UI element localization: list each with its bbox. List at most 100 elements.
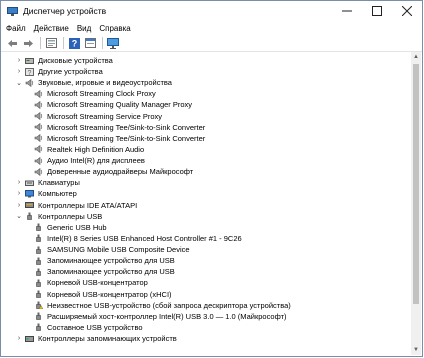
help-button[interactable]: ? [67, 36, 81, 50]
maximize-button[interactable] [362, 1, 392, 21]
tree-item-label: Доверенные аудиодрайверы Майкрософт [47, 167, 194, 177]
tree-item-label: Контроллеры IDE ATA/ATAPI [38, 200, 138, 210]
speaker-icon [34, 145, 43, 154]
tree-item-label: Аудио Intel(R) для дисплеев [47, 156, 145, 166]
tree-category[interactable]: ›? Другие устройства [15, 66, 103, 77]
scan-hardware-button[interactable] [106, 36, 120, 50]
usb-icon [34, 268, 43, 276]
window-title: Диспетчер устройств [23, 6, 107, 16]
menu-action[interactable]: Действие [34, 24, 69, 33]
tree-category[interactable]: › Компьютер [15, 188, 77, 199]
scroll-down-button[interactable]: ▼ [411, 345, 421, 355]
forward-button[interactable] [21, 36, 35, 50]
menu-bar: Файл Действие Вид Справка [1, 21, 422, 35]
vertical-scrollbar[interactable]: ▲ ▼ [411, 52, 421, 355]
tree-item-label: Microsoft Streaming Tee/Sink-to-Sink Con… [47, 133, 206, 143]
tree-device[interactable]: Microsoft Streaming Tee/Sink-to-Sink Con… [32, 122, 205, 133]
usb-icon [34, 312, 43, 321]
properties-panel-icon [84, 38, 96, 48]
scroll-up-button[interactable]: ▲ [411, 52, 421, 62]
tree-category[interactable]: › Контроллеры запоминающих устройств [15, 333, 177, 344]
tree-device[interactable]: Расширяемый хост-контроллер Intel(R) USB… [32, 311, 287, 322]
chevron-up-icon: ▲ [413, 54, 419, 60]
tree-item-label: Звуковые, игровые и видеоустройства [38, 78, 172, 88]
minimize-button[interactable] [332, 1, 362, 21]
svg-text:?: ? [28, 70, 32, 76]
menu-file[interactable]: Файл [6, 24, 26, 33]
tree-category[interactable]: ⌄ Звуковые, игровые и видеоустройства [15, 77, 172, 88]
tree-item-label: Компьютер [38, 189, 77, 199]
speaker-icon [34, 100, 43, 110]
disk-icon [25, 57, 34, 65]
tree-item-label: Клавиатуры [38, 178, 80, 188]
collapsed-chevron-icon[interactable]: › [15, 333, 23, 344]
tree-category[interactable]: ⌄ Контроллеры USB [15, 211, 102, 222]
tree-device[interactable]: Realtek High Definition Audio [32, 144, 144, 155]
tree-device[interactable]: Microsoft Streaming Tee/Sink-to-Sink Con… [32, 133, 205, 144]
toolbar-separator [102, 37, 103, 49]
tree-item-label: Корневой USB-концентратор [47, 278, 148, 288]
tree-device[interactable]: Microsoft Streaming Clock Proxy [32, 88, 156, 99]
tree-device[interactable]: Корневой USB-концентратор [32, 277, 148, 288]
tree-device[interactable]: Неизвестное USB-устройство (сбой запроса… [32, 300, 291, 311]
tree-device[interactable]: Аудио Intel(R) для дисплеев [32, 155, 145, 166]
speaker-icon [34, 123, 43, 132]
tree-device[interactable]: Microsoft Streaming Quality Manager Prox… [32, 99, 192, 110]
tree-item-label: Microsoft Streaming Tee/Sink-to-Sink Con… [47, 122, 206, 132]
tree-item-label: Контроллеры USB [38, 211, 103, 221]
menu-view[interactable]: Вид [77, 24, 91, 33]
usb-icon [34, 234, 43, 243]
tree-item-label: Запоминающее устройство для USB [47, 267, 175, 277]
scrollbar-thumb[interactable] [413, 64, 419, 304]
tree-item-label: Корневой USB-концентратор (xHCI) [47, 289, 172, 299]
properties-panel-button[interactable] [83, 36, 97, 50]
tree-device[interactable]: Запоминающее устройство для USB [32, 266, 175, 277]
tree-category[interactable]: › Клавиатуры [15, 177, 80, 188]
tree-category[interactable]: › Контроллеры IDE ATA/ATAPI [15, 200, 137, 211]
expanded-chevron-icon[interactable]: ⌄ [15, 211, 23, 222]
tree-item-label: Realtek High Definition Audio [47, 144, 145, 154]
title-bar[interactable]: Диспетчер устройств [1, 1, 422, 21]
tree-device[interactable]: Microsoft Streaming Service Proxy [32, 111, 162, 122]
speaker-icon [34, 111, 43, 121]
keyboard-icon [25, 179, 34, 187]
tree-category[interactable]: › Дисковые устройства [15, 55, 113, 66]
tree-device[interactable]: Запоминающее устройство для USB [32, 255, 175, 266]
usb-icon [34, 279, 43, 287]
monitor-icon [107, 37, 119, 49]
collapsed-chevron-icon[interactable]: › [15, 55, 23, 66]
tree-item-label: Другие устройства [38, 67, 103, 77]
maximize-icon [372, 6, 382, 16]
tree-item-label: Составное USB устройство [47, 322, 143, 332]
back-button[interactable] [5, 36, 19, 50]
warning-usb-icon [34, 301, 44, 310]
tree-device[interactable]: Intel(R) 8 Series USB Enhanced Host Cont… [32, 233, 242, 244]
close-button[interactable] [392, 1, 422, 21]
properties-button[interactable] [44, 36, 58, 50]
speaker-icon [34, 89, 43, 98]
tree-device[interactable]: Составное USB устройство [32, 322, 143, 333]
computer-icon [25, 189, 34, 198]
tree-item-label: Неизвестное USB-устройство (сбой запроса… [47, 300, 291, 310]
collapsed-chevron-icon[interactable]: › [15, 200, 23, 211]
toolbar-separator [40, 37, 41, 49]
expanded-chevron-icon[interactable]: ⌄ [15, 77, 23, 88]
tree-device[interactable]: Корневой USB-концентратор (xHCI) [32, 289, 172, 300]
collapsed-chevron-icon[interactable]: › [15, 188, 23, 199]
device-tree[interactable]: › Дисковые устройства ›? Другие устройства ⌄… [1, 52, 411, 356]
menu-help[interactable]: Справка [99, 24, 130, 33]
tree-item-label: Microsoft Streaming Service Proxy [47, 111, 163, 121]
properties-icon [45, 38, 57, 48]
usb-icon [34, 223, 43, 232]
collapsed-chevron-icon[interactable]: › [15, 177, 23, 188]
forward-arrow-icon [23, 39, 33, 47]
close-icon [402, 6, 412, 16]
collapsed-chevron-icon[interactable]: › [15, 66, 23, 77]
tree-device[interactable]: Доверенные аудиодрайверы Майкрософт [32, 166, 193, 177]
speaker-icon [34, 134, 43, 143]
tree-item-label: Дисковые устройства [38, 56, 113, 65]
unknown-device-icon: ? [25, 67, 34, 77]
tree-device[interactable]: Generic USB Hub [32, 222, 107, 233]
tree-device[interactable]: SAMSUNG Mobile USB Composite Device [32, 244, 190, 255]
tree-item-label: Intel(R) 8 Series USB Enhanced Host Cont… [47, 233, 242, 243]
